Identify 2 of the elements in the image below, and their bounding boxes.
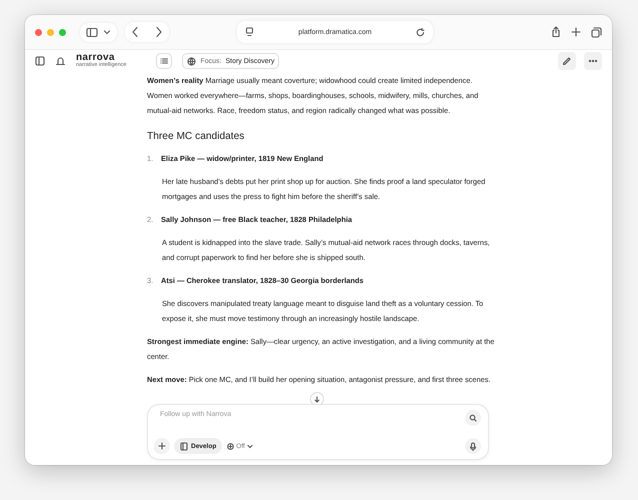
app-logo-text: narrova [76,53,115,64]
section-heading: Three MC candidates [147,130,246,144]
